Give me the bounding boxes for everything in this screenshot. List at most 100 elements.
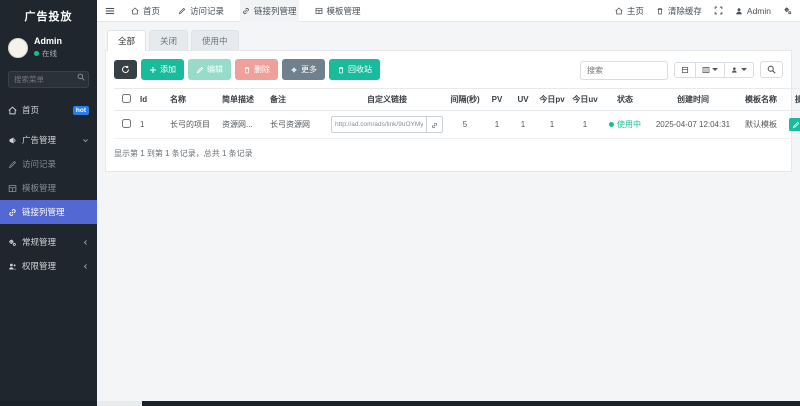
record-summary: 显示第 1 到第 1 条记录，总共 1 条记录 <box>114 149 253 158</box>
cell-id: 1 <box>138 110 168 139</box>
bullhorn-icon <box>9 137 16 143</box>
recycle-bin-button[interactable]: 回收站 <box>329 59 380 80</box>
status-badge: 使用中 <box>609 119 641 130</box>
topbar-tab-template-management[interactable]: 模板管理 <box>313 0 363 22</box>
table-toolbar: 添加 编辑 删除 更多 回收站 搜索 <box>114 59 783 80</box>
status-label: 使用中 <box>617 120 641 129</box>
cell-uv: 1 <box>510 110 536 139</box>
columns-dropdown-button[interactable] <box>696 61 725 78</box>
refresh-button[interactable] <box>114 60 137 79</box>
user-name: Admin <box>34 36 62 46</box>
col-header-status: 状态 <box>602 88 648 111</box>
trash-icon <box>244 66 250 73</box>
app-window: 广告投放 Admin 在线 首页 hot 广告 <box>0 0 800 401</box>
custom-link-input[interactable] <box>331 116 427 133</box>
col-header-created: 创建时间 <box>648 88 738 111</box>
refresh-icon <box>122 65 129 73</box>
sidebar-item-link-list-management[interactable]: 链接列管理 <box>0 200 97 224</box>
sidebar: 广告投放 Admin 在线 首页 hot 广告 <box>0 0 97 401</box>
table-icon <box>8 184 17 192</box>
user-status: 在线 <box>34 48 62 59</box>
bottom-bar <box>0 401 800 406</box>
sidebar-item-template-management[interactable]: 模板管理 <box>0 176 97 200</box>
col-header-today-uv: 今日uv <box>568 88 602 111</box>
search-icon <box>77 73 85 81</box>
username: Admin <box>746 5 771 16</box>
table-icon <box>315 7 322 14</box>
col-header-id: Id <box>138 88 168 111</box>
cell-pv: 1 <box>484 110 510 139</box>
cell-note: 长弓资源网 <box>268 110 328 139</box>
filter-tab-closed[interactable]: 关闭 <box>149 30 189 51</box>
link-icon <box>9 208 16 216</box>
sidebar-search <box>8 69 89 88</box>
table-row: 1 长弓的项目 资源网... 长弓资源网 http://ad.com/ads/l… <box>114 110 800 139</box>
data-table: Id 名称 简单描述 备注 自定义链接 间隔(秒) PV UV 今日pv 今日u… <box>114 88 800 139</box>
pencil-icon <box>196 66 204 73</box>
sidebar-item-permission-management[interactable]: 权限管理 <box>0 254 97 278</box>
plus-icon <box>150 66 156 73</box>
more-button[interactable]: 更多 <box>282 59 325 80</box>
user-status-label: 在线 <box>42 49 57 58</box>
more-button-label: 更多 <box>301 65 317 74</box>
link-icon <box>243 7 249 14</box>
edit-button[interactable]: 编辑 <box>188 59 231 80</box>
sidebar-item-label: 链接列管理 <box>22 207 65 217</box>
cell-interval: 5 <box>446 110 484 139</box>
search-icon <box>767 65 776 74</box>
row-edit-button[interactable] <box>789 118 800 131</box>
gears-icon <box>9 239 16 246</box>
advanced-search-button[interactable] <box>760 61 783 78</box>
export-dropdown-button[interactable] <box>725 61 754 78</box>
sidebar-item-label: 权限管理 <box>22 261 57 271</box>
topbar-tab-link-list-management[interactable]: 链接列管理 <box>240 0 299 22</box>
pencil-icon <box>792 121 799 128</box>
export-icon <box>732 66 737 73</box>
sidebar-item-ad-management[interactable]: 广告管理 <box>0 128 97 152</box>
chevron-left-icon <box>83 263 87 269</box>
sidebar-item-label: 广告管理 <box>22 135 57 145</box>
cell-desc: 资源网... <box>220 110 268 139</box>
clear-cache-button[interactable]: 清除缓存 <box>656 5 702 17</box>
sidebar-item-label: 模板管理 <box>22 183 57 193</box>
topbar-tab-home[interactable]: 首页 <box>129 0 162 22</box>
trash-icon <box>657 7 663 14</box>
caret-down-icon <box>741 68 747 71</box>
sidebar-item-general-management[interactable]: 常规管理 <box>0 230 97 254</box>
row-checkbox[interactable] <box>121 119 131 128</box>
add-button-label: 添加 <box>160 65 176 74</box>
edit-button-label: 编辑 <box>207 65 223 74</box>
home-icon <box>131 6 139 14</box>
col-header-today-pv: 今日pv <box>536 88 568 111</box>
topbar-tab-label: 链接列管理 <box>254 5 297 16</box>
filter-tabs: 全部 关闭 使用中 <box>105 30 792 51</box>
filter-tab-in-use[interactable]: 使用中 <box>191 30 239 51</box>
col-header-note: 备注 <box>268 88 328 111</box>
select-all-checkbox[interactable] <box>121 94 131 103</box>
toggle-view-button[interactable] <box>674 61 696 78</box>
col-header-pv: PV <box>484 88 510 111</box>
fullscreen-icon[interactable] <box>714 6 723 15</box>
user-panel: Admin 在线 <box>0 30 97 63</box>
col-header-desc: 简单描述 <box>220 88 268 111</box>
pencil-icon <box>178 7 186 14</box>
user-menu[interactable]: Admin <box>735 6 771 16</box>
sidebar-item-home[interactable]: 首页 hot <box>0 98 97 122</box>
delete-button[interactable]: 删除 <box>235 59 278 80</box>
add-button[interactable]: 添加 <box>141 59 184 80</box>
main-area: 首页 访问记录 链接列管理 模板管理 主页 清除缓存 Admin 全部 关闭 使… <box>97 0 800 401</box>
settings-cogs-icon[interactable] <box>783 6 792 15</box>
filter-tab-all[interactable]: 全部 <box>107 30 147 51</box>
sidebar-menu: 首页 hot 广告管理 访问记录 模板管理 链接列管理 常规管理 权限管理 <box>0 98 97 278</box>
topbar-home-link[interactable]: 主页 <box>615 5 644 17</box>
table-search-input[interactable] <box>580 60 668 80</box>
sidebar-item-visit-records[interactable]: 访问记录 <box>0 152 97 176</box>
hamburger-icon[interactable] <box>105 6 115 16</box>
caret-down-icon <box>712 68 718 71</box>
cell-today-uv: 1 <box>568 110 602 139</box>
brand-title: 广告投放 <box>24 11 73 23</box>
copy-link-button[interactable] <box>427 116 443 133</box>
table-card: 添加 编辑 删除 更多 回收站 搜索 Id 名称 简单描述 备注 自定义链接 间… <box>105 50 800 172</box>
sidebar-item-label: 访问记录 <box>22 159 57 169</box>
topbar-tab-visit-records[interactable]: 访问记录 <box>176 0 226 22</box>
